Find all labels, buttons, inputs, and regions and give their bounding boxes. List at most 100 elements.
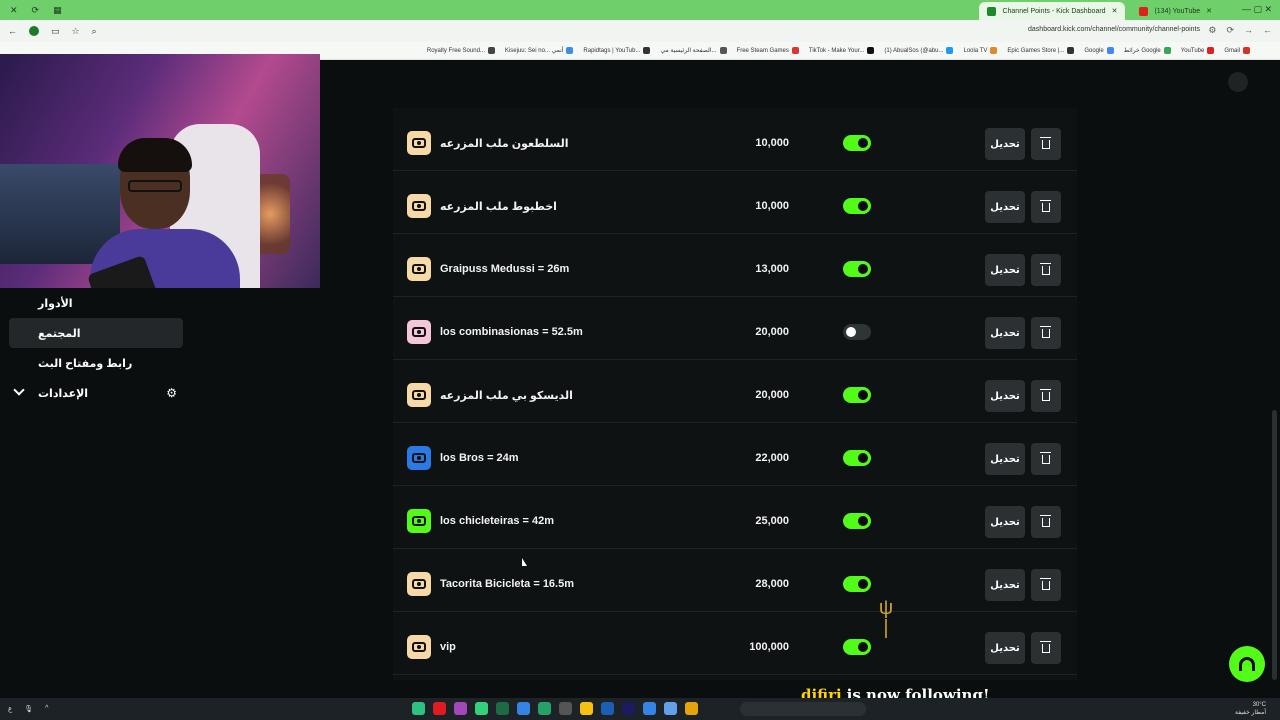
app-icon[interactable] bbox=[517, 702, 530, 715]
close-icon[interactable]: ✕ bbox=[1112, 7, 1118, 15]
app-icon[interactable] bbox=[580, 702, 593, 715]
delete-button[interactable] bbox=[1031, 569, 1061, 601]
reward-enabled-toggle[interactable] bbox=[843, 261, 871, 277]
taskbar-search[interactable] bbox=[740, 702, 866, 716]
user-avatar[interactable] bbox=[1228, 72, 1248, 92]
app-icon[interactable] bbox=[685, 702, 698, 715]
bookmark-item[interactable]: Epic Games Store |... bbox=[1007, 47, 1075, 54]
settings-icon[interactable]: ⚙ bbox=[1208, 25, 1216, 36]
edit-button[interactable]: تحديل bbox=[985, 506, 1025, 538]
edit-button[interactable]: تحديل bbox=[985, 380, 1025, 412]
bookmark-item[interactable]: خرائط Google bbox=[1124, 47, 1171, 54]
support-chat-button[interactable] bbox=[1229, 646, 1265, 682]
dashboard-sidebar: الأدوار المجتمع رابط ومفتاح البث الإعداد… bbox=[0, 288, 190, 408]
bookmark-item[interactable]: Google bbox=[1084, 47, 1114, 54]
reward-enabled-toggle[interactable] bbox=[843, 576, 871, 592]
address-bar: ← ▭ ☆ ⌕ dashboard.kick.com/channel/commu… bbox=[0, 20, 1280, 42]
app-icon[interactable] bbox=[412, 702, 425, 715]
bookmark-label: YouTube bbox=[1180, 47, 1205, 54]
reward-enabled-toggle[interactable] bbox=[843, 639, 871, 655]
reload-icon[interactable]: ⟳ bbox=[32, 5, 40, 16]
sidebar-toggle-icon[interactable]: ▭ bbox=[51, 26, 60, 37]
trash-icon bbox=[1040, 262, 1051, 275]
app-icon[interactable] bbox=[454, 702, 467, 715]
bookmark-item[interactable]: Kisejuu: Sei no... أنمي bbox=[505, 47, 574, 54]
bookmark-item[interactable]: الصفحة الرئيسية مي... bbox=[660, 47, 727, 54]
delete-button[interactable] bbox=[1031, 380, 1061, 412]
app-icon[interactable] bbox=[643, 702, 656, 715]
back-icon[interactable]: ← bbox=[8, 26, 17, 36]
sidebar-item-stream-key[interactable]: رابط ومفتاح البث bbox=[9, 348, 183, 378]
reward-cost: 10,000 bbox=[755, 137, 789, 149]
delete-button[interactable] bbox=[1031, 443, 1061, 475]
delete-button[interactable] bbox=[1031, 632, 1061, 664]
reward-enabled-toggle[interactable] bbox=[843, 198, 871, 214]
reward-enabled-toggle[interactable] bbox=[843, 387, 871, 403]
close-icon[interactable]: ✕ bbox=[1206, 7, 1212, 15]
url-field[interactable]: dashboard.kick.com/channel/community/cha… bbox=[1028, 26, 1200, 33]
bookmark-star-icon[interactable]: ☆ bbox=[72, 26, 80, 37]
bookmark-item[interactable]: (1) AbualSos (@abu... bbox=[884, 47, 954, 54]
app-icon[interactable] bbox=[601, 702, 614, 715]
reward-enabled-toggle[interactable] bbox=[843, 450, 871, 466]
trash-icon bbox=[1040, 451, 1051, 464]
app-icon[interactable] bbox=[475, 702, 488, 715]
delete-button[interactable] bbox=[1031, 191, 1061, 223]
edit-button[interactable]: تحديل bbox=[985, 128, 1025, 160]
app-icon[interactable] bbox=[559, 702, 572, 715]
edit-button[interactable]: تحديل bbox=[985, 569, 1025, 601]
browser-tab[interactable]: (134) YouTube ✕ bbox=[1131, 2, 1220, 20]
edit-button[interactable]: تحديل bbox=[985, 191, 1025, 223]
sidebar-item-label: المجتمع bbox=[38, 327, 81, 340]
app-icon[interactable] bbox=[664, 702, 677, 715]
bookmark-item[interactable]: Rapidtags | YouTub... bbox=[583, 47, 651, 54]
delete-button[interactable] bbox=[1031, 254, 1061, 286]
bookmark-item[interactable]: TikTok - Make Your... bbox=[809, 47, 875, 54]
edit-button[interactable]: تحديل bbox=[985, 317, 1025, 349]
edit-button[interactable]: تحديل bbox=[985, 632, 1025, 664]
forward-icon[interactable]: → bbox=[1244, 25, 1253, 36]
bookmark-label: Free Steam Games bbox=[736, 47, 789, 54]
window-buttons[interactable]: — ▢ ✕ bbox=[1242, 4, 1272, 15]
bookmark-item[interactable]: YouTube bbox=[1181, 47, 1215, 54]
delete-button[interactable] bbox=[1031, 317, 1061, 349]
reward-enabled-toggle[interactable] bbox=[843, 324, 871, 340]
sidebar-item-roles[interactable]: الأدوار bbox=[9, 288, 183, 318]
webcam-overlay bbox=[0, 54, 320, 288]
reward-enabled-toggle[interactable] bbox=[843, 513, 871, 529]
search-icon[interactable]: ⌕ bbox=[92, 26, 97, 37]
bookmark-item[interactable]: Royalty Free Sound... bbox=[427, 47, 495, 54]
app-icon[interactable] bbox=[622, 702, 635, 715]
scrollbar[interactable] bbox=[1272, 410, 1277, 680]
bookmark-item[interactable]: Free Steam Games bbox=[737, 47, 799, 54]
bookmark-favicon-icon bbox=[946, 47, 954, 54]
profile-icon[interactable] bbox=[29, 26, 39, 36]
microphone-icon[interactable]: 🎙 bbox=[24, 705, 33, 713]
bookmark-item[interactable]: Loola TV bbox=[963, 47, 998, 54]
reward-title: السلطعون ملب المزرعه bbox=[440, 138, 569, 150]
delete-button[interactable] bbox=[1031, 506, 1061, 538]
delete-button[interactable] bbox=[1031, 128, 1061, 160]
bookmark-label: (1) AbualSos (@abu... bbox=[884, 47, 944, 54]
language-icon[interactable]: ع bbox=[8, 705, 12, 713]
app-icon[interactable] bbox=[496, 702, 509, 715]
sidebar-item-community[interactable]: المجتمع bbox=[9, 318, 183, 348]
browser-tab[interactable]: Channel Points - Kick Dashboard ✕ bbox=[979, 2, 1126, 20]
reward-icon bbox=[407, 194, 431, 218]
refresh-icon[interactable]: ⟳ bbox=[1226, 25, 1234, 36]
bookmark-item[interactable]: Gmail bbox=[1224, 47, 1250, 54]
app-icon[interactable] bbox=[433, 702, 446, 715]
app-icon[interactable] bbox=[538, 702, 551, 715]
reward-enabled-toggle[interactable] bbox=[843, 135, 871, 151]
tray-chevron-icon[interactable]: ^ bbox=[45, 705, 48, 713]
extensions-icon[interactable]: ▦ bbox=[53, 5, 62, 16]
bookmark-favicon-icon bbox=[1243, 47, 1250, 54]
bookmark-favicon-icon bbox=[566, 47, 574, 54]
edit-button[interactable]: تحديل bbox=[985, 254, 1025, 286]
window-close-icon[interactable]: ✕ bbox=[10, 5, 18, 16]
edit-button[interactable]: تحديل bbox=[985, 443, 1025, 475]
reward-icon bbox=[407, 509, 431, 533]
sidebar-item-settings[interactable]: الإعدادات ⚙ bbox=[9, 378, 183, 408]
back-nav-icon[interactable]: ← bbox=[1263, 25, 1272, 36]
chevron-down-icon bbox=[13, 384, 25, 396]
